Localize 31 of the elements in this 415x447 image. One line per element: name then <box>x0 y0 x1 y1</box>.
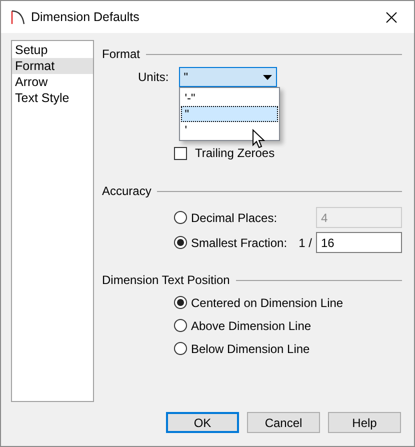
sidebar-item[interactable]: Format <box>12 58 93 74</box>
group-heading: Dimension Text Position <box>102 272 230 289</box>
sidebar-item[interactable]: Text Style <box>12 90 93 106</box>
radio-button[interactable] <box>174 236 187 249</box>
number-field[interactable]: 16 <box>316 232 402 253</box>
caret-icon <box>262 74 272 80</box>
radio-label: Centered on Dimension Line <box>191 294 344 312</box>
radio-label: Decimal Places: <box>191 210 278 226</box>
app-icon <box>11 9 25 25</box>
checkbox-label: Trailing Zeroes <box>195 145 275 162</box>
dialog-button[interactable]: Cancel <box>247 412 320 433</box>
dropdown-option[interactable]: '-" <box>180 90 278 106</box>
fraction-prefix: 1 / <box>298 234 312 252</box>
group-heading: Accuracy <box>102 183 152 200</box>
radio-button[interactable] <box>174 342 187 355</box>
dialog-button[interactable]: OK <box>166 412 239 433</box>
group-heading: Format <box>102 46 140 63</box>
radio-label: Smallest Fraction: <box>191 234 288 252</box>
radio-button[interactable] <box>174 296 187 309</box>
radio-button[interactable] <box>174 319 187 332</box>
sidebar-item[interactable]: Setup <box>12 42 93 58</box>
radio-label: Below Dimension Line <box>191 340 310 358</box>
dropdown-option[interactable]: ' <box>180 122 278 138</box>
sidebar-item[interactable]: Arrow <box>12 74 93 90</box>
radio-label: Above Dimension Line <box>191 318 312 334</box>
field-label: Units: <box>138 69 169 86</box>
checkbox[interactable] <box>174 146 187 160</box>
window-title: Dimension Defaults <box>31 8 140 26</box>
close-icon <box>386 12 396 22</box>
dropdown-option[interactable]: " <box>180 106 278 122</box>
dialog-button[interactable]: Help <box>328 412 401 433</box>
